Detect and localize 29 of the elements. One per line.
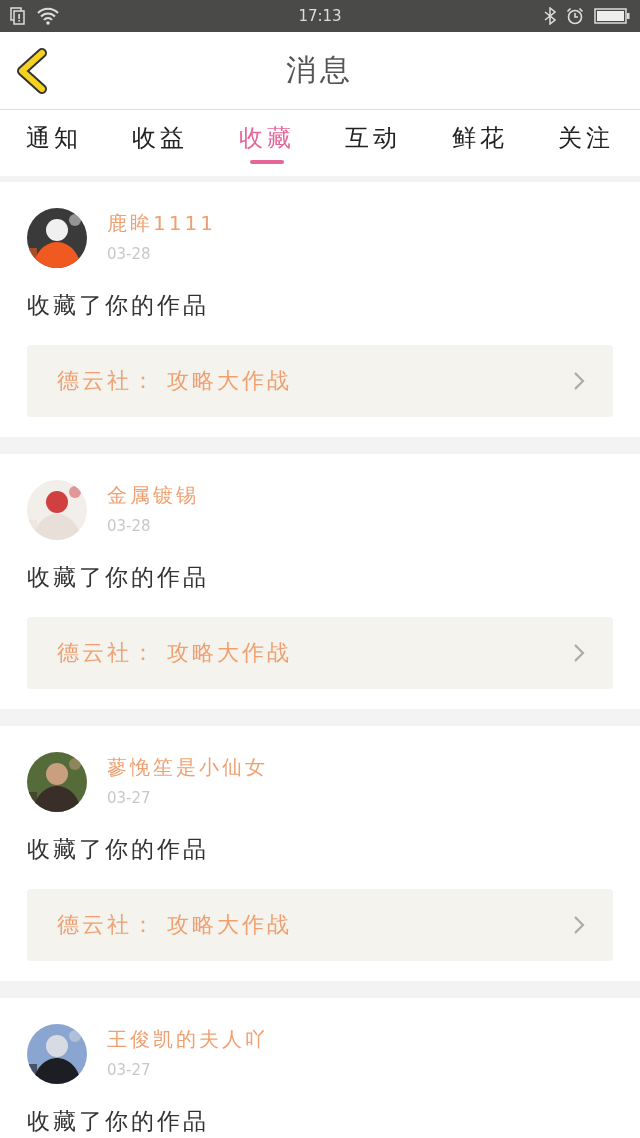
message-text: 收藏了你的作品: [27, 835, 210, 864]
tab[interactable]: 关注: [545, 110, 626, 176]
chevron-right-icon: [573, 643, 585, 663]
back-button[interactable]: [14, 48, 50, 97]
message-text: 收藏了你的作品: [27, 291, 210, 320]
tab[interactable]: 互动: [333, 110, 414, 176]
username[interactable]: 王俊凯的夫人吖: [107, 1026, 268, 1053]
bluetooth-icon: [544, 7, 556, 25]
battery-icon: [594, 8, 630, 24]
work-link[interactable]: 德云社： 攻略大作战: [27, 889, 613, 961]
wifi-icon: [36, 7, 60, 25]
message-text: 收藏了你的作品: [27, 563, 210, 592]
tab[interactable]: 通知: [14, 110, 94, 176]
username[interactable]: 鹿眸1111: [107, 210, 216, 237]
username[interactable]: 蓼悗笙是小仙女: [107, 754, 268, 781]
tab[interactable]: 收藏: [226, 110, 307, 176]
work-link[interactable]: 德云社： 攻略大作战: [27, 617, 613, 689]
back-chevron-icon: [14, 48, 50, 94]
chevron-right-icon: [573, 371, 585, 391]
tab[interactable]: 收益: [120, 110, 201, 176]
status-time: 17:13: [298, 7, 342, 25]
alarm-icon: [566, 7, 584, 25]
tab[interactable]: 鲜花: [439, 110, 520, 176]
work-link[interactable]: 德云社： 攻略大作战: [27, 345, 613, 417]
chevron-right-icon: [573, 915, 585, 935]
message-text: 收藏了你的作品: [27, 1107, 210, 1136]
username[interactable]: 金属镀锡: [107, 482, 199, 509]
sim-alert-icon: [10, 7, 26, 25]
page-title: 消息: [286, 51, 354, 89]
